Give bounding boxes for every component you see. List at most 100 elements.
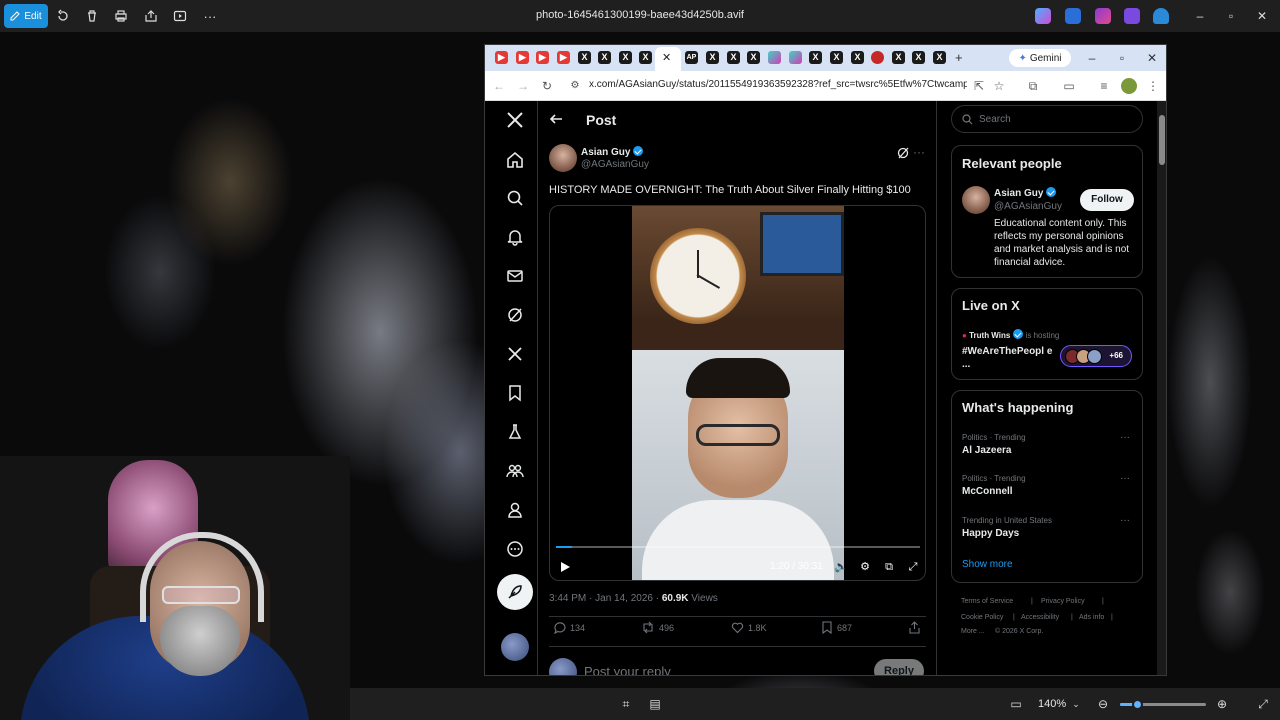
tab-x-1[interactable]: X: [578, 51, 591, 64]
zoom-out-icon[interactable]: ⊖: [1095, 696, 1111, 712]
premium-x-icon[interactable]: [503, 342, 527, 366]
new-tab-button[interactable]: +: [955, 50, 963, 65]
forward-nav-icon[interactable]: →: [515, 78, 531, 94]
zoom-level[interactable]: 140%: [1038, 698, 1066, 710]
relevant-person-name[interactable]: Asian Guy: [994, 188, 1043, 199]
x-logo-icon[interactable]: [503, 108, 527, 132]
footer-ads[interactable]: Ads info: [1079, 614, 1104, 621]
tab-app-3[interactable]: [871, 51, 884, 64]
back-nav-icon[interactable]: ←: [491, 78, 507, 94]
reload-icon[interactable]: ↻: [539, 78, 555, 94]
tab-x-5[interactable]: X: [706, 51, 719, 64]
cast-icon[interactable]: ▭: [1061, 78, 1077, 94]
tab-close-icon[interactable]: ✕: [662, 51, 671, 64]
video-player[interactable]: 1:20 / 30:31 🔈 ⚙ ⧉ ⤢: [549, 205, 926, 581]
tab-x-8[interactable]: X: [809, 51, 822, 64]
print-icon[interactable]: [113, 8, 129, 24]
crop-icon[interactable]: ⌗: [618, 696, 634, 712]
footer-accessibility[interactable]: Accessibility: [1021, 614, 1059, 621]
tab-youtube-1[interactable]: ▶: [495, 51, 508, 64]
tab-app-2[interactable]: [789, 51, 802, 64]
rotate-icon[interactable]: [55, 8, 71, 24]
live-topic[interactable]: #WeAreThePeopl e ...: [962, 345, 1058, 371]
reply-input[interactable]: Post your reply: [584, 664, 671, 675]
footer-more[interactable]: More ...: [961, 628, 985, 635]
tab-youtube-2[interactable]: ▶: [516, 51, 529, 64]
browser-maximize-icon[interactable]: ▫: [1113, 49, 1131, 67]
bookmarks-icon[interactable]: [503, 381, 527, 405]
browser-minimize-icon[interactable]: –: [1083, 49, 1101, 67]
author-name[interactable]: Asian Guy: [581, 147, 630, 158]
trend-name[interactable]: Al Jazeera: [962, 445, 1011, 456]
extensions-icon[interactable]: ⧉: [1025, 78, 1041, 94]
tab-app-1[interactable]: [768, 51, 781, 64]
profile-icon[interactable]: [1121, 78, 1137, 94]
video-progress-bar[interactable]: [556, 546, 920, 548]
tab-ap[interactable]: AP: [685, 51, 698, 64]
address-bar[interactable]: x.com/AGAsianGuy/status/2011554919363592…: [589, 79, 967, 90]
site-info-icon[interactable]: ⚙: [567, 78, 583, 94]
author-handle[interactable]: @AGAsianGuy: [581, 159, 649, 170]
edit-button[interactable]: Edit: [4, 4, 48, 28]
tab-youtube-3[interactable]: ▶: [536, 51, 549, 64]
live-listeners-badge[interactable]: +66: [1060, 345, 1132, 367]
bookmark-star-icon[interactable]: ☆: [991, 78, 1007, 94]
follow-button[interactable]: Follow: [1080, 189, 1134, 211]
volume-icon[interactable]: 🔈: [834, 560, 848, 574]
page-scrollbar[interactable]: [1157, 101, 1166, 675]
play-icon[interactable]: [558, 560, 572, 574]
reply-action[interactable]: 134: [553, 621, 585, 634]
zoom-slider[interactable]: [1120, 699, 1206, 710]
minimize-icon[interactable]: –: [1192, 8, 1208, 24]
share-icon[interactable]: [143, 8, 159, 24]
tab-x-3[interactable]: X: [619, 51, 632, 64]
tab-x-10[interactable]: X: [851, 51, 864, 64]
tab-x-2[interactable]: X: [598, 51, 611, 64]
gemini-button[interactable]: ✦ Gemini: [1009, 49, 1071, 67]
tab-active[interactable]: ✕: [655, 47, 681, 71]
labs-icon[interactable]: [503, 420, 527, 444]
more-options-icon[interactable]: ···: [202, 8, 218, 24]
slideshow-icon[interactable]: [172, 8, 188, 24]
bookmark-action[interactable]: 687: [821, 621, 852, 634]
messages-icon[interactable]: [503, 264, 527, 288]
more-nav-icon[interactable]: [503, 537, 527, 561]
trend-more-icon[interactable]: ···: [1120, 515, 1130, 526]
copilot-icon[interactable]: [1035, 8, 1051, 24]
author-name-row[interactable]: Asian Guy: [581, 146, 644, 158]
pip-icon[interactable]: ⧉: [882, 560, 896, 574]
tab-x-13[interactable]: X: [933, 51, 946, 64]
reading-list-icon[interactable]: ≡: [1096, 78, 1112, 94]
trend-name[interactable]: McConnell: [962, 486, 1013, 497]
compose-post-button[interactable]: [497, 574, 533, 610]
author-avatar[interactable]: [549, 144, 577, 172]
close-icon[interactable]: ✕: [1254, 8, 1270, 24]
explore-icon[interactable]: [503, 186, 527, 210]
fit-screen-icon[interactable]: ▭: [1008, 696, 1024, 712]
grok-icon[interactable]: [503, 303, 527, 327]
search-input[interactable]: Search: [951, 105, 1143, 133]
video-settings-icon[interactable]: ⚙: [858, 560, 872, 574]
delete-icon[interactable]: [84, 8, 100, 24]
back-arrow-icon[interactable]: [548, 111, 568, 131]
relevant-person-avatar[interactable]: [962, 186, 990, 214]
notifications-icon[interactable]: [503, 225, 527, 249]
tab-x-11[interactable]: X: [892, 51, 905, 64]
post-more-icon[interactable]: ···: [913, 145, 925, 159]
live-host[interactable]: ● Truth Wins is hosting: [962, 329, 1059, 340]
expand-icon[interactable]: ⤢: [1255, 696, 1271, 712]
like-action[interactable]: 1.8K: [731, 621, 767, 634]
show-more-link[interactable]: Show more: [962, 559, 1013, 570]
app-icon-violet[interactable]: [1124, 8, 1140, 24]
reply-button[interactable]: Reply: [874, 659, 924, 675]
maximize-icon[interactable]: ▫: [1223, 8, 1239, 24]
home-icon[interactable]: [503, 148, 527, 172]
post-timestamp[interactable]: 3:44 PM · Jan 14, 2026 ·: [549, 593, 662, 604]
app-icon-blue[interactable]: [1065, 8, 1081, 24]
account-avatar[interactable]: [501, 633, 529, 661]
tab-youtube-4[interactable]: ▶: [557, 51, 570, 64]
trend-more-icon[interactable]: ···: [1120, 432, 1130, 443]
zoom-dropdown-icon[interactable]: ⌄: [1068, 696, 1084, 712]
tab-x-9[interactable]: X: [830, 51, 843, 64]
fullscreen-icon[interactable]: ⤢: [906, 560, 920, 574]
